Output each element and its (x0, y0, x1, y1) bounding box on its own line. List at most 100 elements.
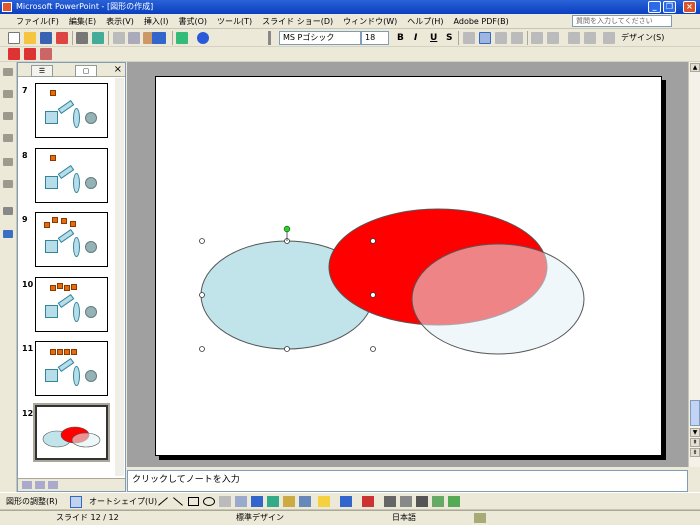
menu-tools[interactable]: ツール(T) (212, 14, 257, 29)
copy-icon[interactable] (128, 32, 140, 44)
justify-icon[interactable] (511, 32, 523, 44)
resize-handle[interactable] (199, 292, 205, 298)
create-pdf-icon[interactable] (8, 48, 20, 60)
toolbar-grip[interactable] (268, 31, 271, 45)
menu-window[interactable]: ウィンドウ(W) (338, 14, 402, 29)
dash-style-icon[interactable] (400, 496, 412, 507)
menu-help[interactable]: ヘルプ(H) (402, 14, 448, 29)
slide-thumbnail-12[interactable] (33, 403, 110, 462)
powerpoint-icon[interactable] (2, 2, 12, 12)
panel-scrollbar[interactable] (115, 78, 124, 476)
help-question-input[interactable]: 質問を入力してください (572, 15, 672, 27)
panel-close-icon[interactable]: × (114, 64, 122, 76)
undo-icon[interactable] (152, 32, 166, 44)
cut-icon[interactable] (113, 32, 125, 44)
tab-slides[interactable]: ▢ (75, 65, 97, 77)
arrow-style-icon[interactable] (416, 496, 428, 507)
maximize-button[interactable]: ❐ (663, 1, 676, 13)
slide-canvas[interactable] (155, 76, 662, 456)
vertical-textbox-icon[interactable] (235, 496, 247, 507)
select-pointer-icon[interactable] (70, 496, 82, 508)
design-button[interactable]: デザイン(S) (621, 32, 664, 44)
scroll-up-icon[interactable]: ▲ (690, 63, 700, 72)
menu-view[interactable]: 表示(V) (101, 14, 139, 29)
slideshow-icon[interactable] (48, 481, 58, 489)
show-formatting-icon[interactable] (3, 230, 13, 238)
scroll-thumb[interactable] (690, 400, 700, 426)
resize-handle[interactable] (284, 346, 290, 352)
help-icon[interactable] (197, 32, 209, 44)
align-left-icon[interactable] (463, 32, 475, 44)
vertical-scrollbar[interactable]: ▲ ▼ ⇞ ⇟ (688, 62, 700, 467)
bold-button[interactable]: B (397, 31, 404, 45)
expand-icon[interactable] (3, 180, 13, 188)
open-icon[interactable] (24, 32, 36, 44)
resize-handle[interactable] (370, 292, 376, 298)
clipart-icon[interactable] (283, 496, 295, 507)
fill-color-icon[interactable] (318, 496, 330, 507)
shadow-button[interactable]: S (446, 31, 452, 45)
pdf-review-icon[interactable] (40, 48, 52, 60)
move-up-icon[interactable] (3, 112, 13, 120)
line-color-icon[interactable] (340, 496, 352, 507)
resize-handle[interactable] (370, 346, 376, 352)
menu-file[interactable]: ファイル(F) (0, 14, 64, 29)
slide-thumbnail-7[interactable] (35, 83, 108, 138)
resize-handle[interactable] (370, 238, 376, 244)
rotate-handle[interactable] (283, 225, 291, 233)
decrease-font-icon[interactable] (584, 32, 596, 44)
tab-outline[interactable]: ☰ (31, 65, 53, 77)
scroll-down-icon[interactable]: ▼ (690, 428, 700, 437)
menu-edit[interactable]: 編集(E) (64, 14, 101, 29)
previous-slide-icon[interactable]: ⇞ (690, 438, 700, 447)
3d-style-icon[interactable] (448, 496, 460, 507)
summary-slide-icon[interactable] (3, 207, 13, 215)
menu-insert[interactable]: 挿入(I) (139, 14, 174, 29)
minimize-button[interactable]: _ (648, 1, 661, 13)
spelling-status-icon[interactable] (474, 513, 486, 523)
line-tool-icon[interactable] (158, 497, 168, 506)
notes-pane[interactable]: クリックしてノートを入力 (127, 470, 688, 492)
resize-handle[interactable] (199, 238, 205, 244)
increase-font-icon[interactable] (568, 32, 580, 44)
pdf-mail-icon[interactable] (24, 48, 36, 60)
slide-thumbnail-10[interactable] (35, 277, 108, 332)
normal-view-icon[interactable] (22, 481, 32, 489)
wordart-icon[interactable] (251, 496, 263, 507)
menu-format[interactable]: 書式(O) (173, 14, 212, 29)
align-center-icon[interactable] (479, 32, 491, 44)
picture-icon[interactable] (299, 496, 311, 507)
autoshapes-menu[interactable]: オートシェイプ(U) (89, 493, 157, 511)
font-color-icon[interactable] (362, 496, 374, 507)
pdf-icon[interactable] (56, 32, 68, 44)
next-slide-icon[interactable]: ⇟ (690, 448, 700, 457)
ellipse-tool-icon[interactable] (203, 497, 215, 506)
italic-button[interactable]: I (414, 31, 417, 45)
menu-adobe-pdf[interactable]: Adobe PDF(B) (449, 14, 514, 29)
menu-slideshow[interactable]: スライド ショー(D) (257, 14, 338, 29)
hyperlink-icon[interactable] (176, 32, 188, 44)
save-icon[interactable] (40, 32, 52, 44)
shadow-style-icon[interactable] (432, 496, 444, 507)
adjust-shapes-menu[interactable]: 図形の調整(R) (6, 493, 58, 511)
arrow-tool-icon[interactable] (173, 497, 183, 506)
bullets-icon[interactable] (547, 32, 559, 44)
indent-icon[interactable] (603, 32, 615, 44)
spelling-icon[interactable] (92, 32, 104, 44)
slide-sorter-icon[interactable] (35, 481, 45, 489)
rectangle-tool-icon[interactable] (188, 497, 199, 506)
textbox-tool-icon[interactable] (219, 496, 231, 507)
font-size-select[interactable]: 18 (361, 31, 389, 45)
print-icon[interactable] (76, 32, 88, 44)
slide-thumbnail-11[interactable] (35, 341, 108, 396)
close-button[interactable]: × (683, 1, 696, 13)
underline-button[interactable]: U (430, 31, 437, 45)
ellipse-translucent[interactable] (411, 243, 585, 355)
font-name-select[interactable]: MS Pゴシック (279, 31, 361, 45)
resize-handle[interactable] (199, 346, 205, 352)
diagram-icon[interactable] (267, 496, 279, 507)
demote-icon[interactable] (3, 90, 13, 98)
move-down-icon[interactable] (3, 134, 13, 142)
numbering-icon[interactable] (531, 32, 543, 44)
slide-thumbnail-9[interactable] (35, 212, 108, 267)
